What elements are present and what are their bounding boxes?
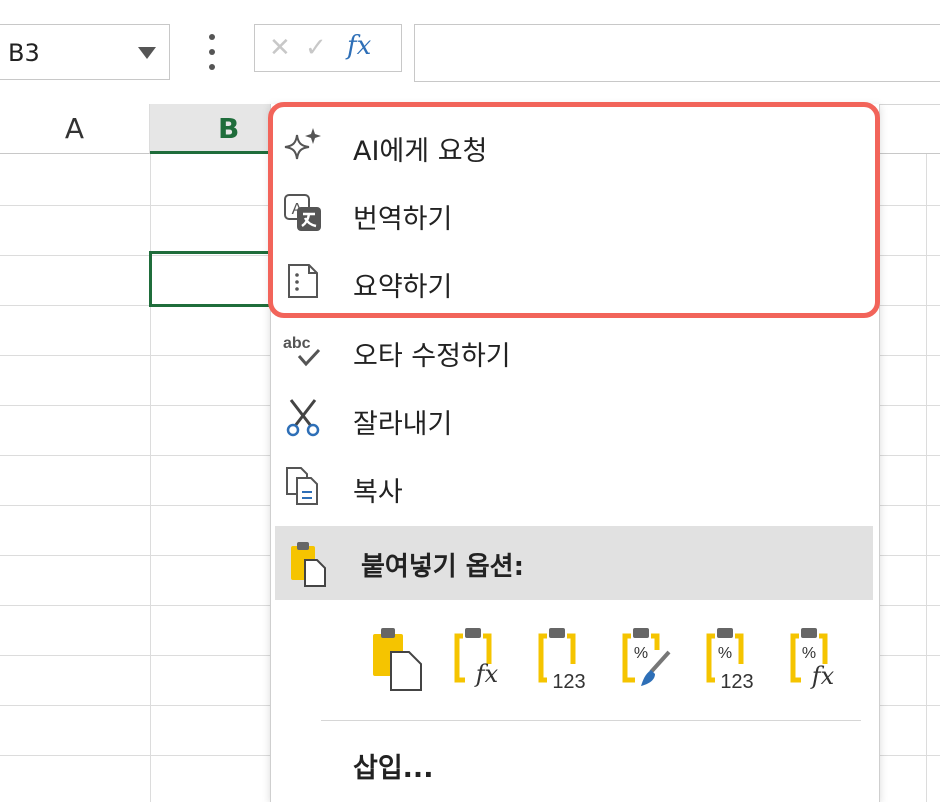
column-divider (926, 154, 927, 802)
spellcheck-icon: abc (283, 330, 323, 370)
name-box[interactable]: B3 (0, 24, 170, 80)
enter-check-icon[interactable]: ✓ (305, 33, 327, 63)
paste-formulas-number-formatting-text-2: fx (810, 662, 835, 690)
menu-item-insert[interactable]: 삽입... (271, 732, 879, 792)
menu-item-cut[interactable]: 잘라내기 (271, 388, 879, 448)
selected-cell-b3[interactable] (149, 251, 273, 307)
chevron-down-icon[interactable] (138, 47, 156, 59)
paste-values-number-formatting-text-2: 123 (720, 671, 753, 692)
cancel-icon[interactable]: ✕ (269, 33, 291, 63)
paste-formulas-number-formatting-icon[interactable]: % fx (789, 624, 849, 692)
menu-item-spellcheck[interactable]: abc 오타 수정하기 (271, 320, 879, 380)
paste-values-icon[interactable]: 123 (537, 624, 597, 693)
paste-options-label: 붙여넣기 옵션: (361, 552, 524, 582)
more-options-icon[interactable] (202, 34, 222, 72)
menu-item-label: 잘라내기 (353, 409, 453, 440)
ai-actions-highlight (268, 102, 880, 318)
copy-icon (283, 466, 323, 506)
menu-item-label: 복사 (353, 477, 403, 508)
formula-bar: B3 ✕ ✓ fx (0, 0, 940, 105)
clipboard-icon (289, 540, 329, 588)
paste-options-header: 붙여넣기 옵션: (275, 526, 873, 600)
paste-options-row: fx 123 % % 123 % fx (361, 624, 861, 694)
paste-formatting-text: % (634, 645, 648, 662)
insert-function-icon[interactable]: fx (347, 31, 371, 61)
paste-formulas-text: fx (474, 660, 499, 688)
svg-text:abc: abc (283, 335, 311, 352)
paste-values-number-formatting-icon[interactable]: % 123 (705, 624, 765, 693)
menu-separator (321, 720, 861, 721)
paste-values-number-formatting-text: % (718, 645, 732, 662)
menu-item-label: 오타 수정하기 (353, 341, 511, 372)
paste-formulas-icon[interactable]: fx (453, 624, 513, 692)
column-header-a[interactable]: A (0, 104, 150, 154)
formula-actions: ✕ ✓ fx (254, 24, 402, 72)
scissors-icon (283, 398, 323, 438)
column-header-b[interactable]: B (150, 104, 270, 154)
paste-all-icon[interactable] (369, 624, 429, 692)
menu-item-label: 삽입... (353, 753, 434, 784)
paste-values-text: 123 (552, 671, 585, 692)
menu-item-copy[interactable]: 복사 (271, 456, 879, 516)
formula-input[interactable] (414, 24, 940, 82)
paste-formulas-number-formatting-text: % (802, 645, 816, 662)
paste-formatting-icon[interactable]: % (621, 624, 681, 692)
name-box-value: B3 (8, 39, 40, 67)
